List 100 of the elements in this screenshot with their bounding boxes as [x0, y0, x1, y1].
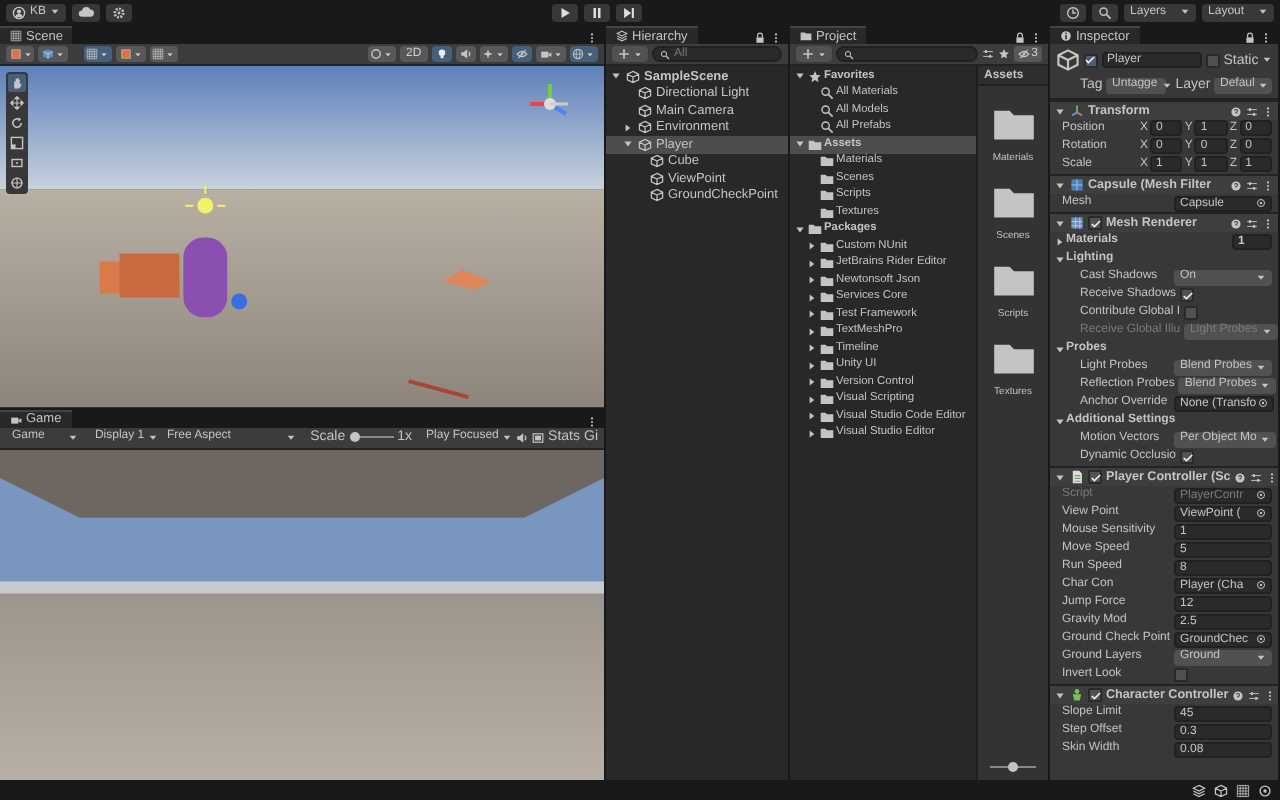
layers-icon[interactable] [1192, 783, 1206, 797]
expand-arrow-icon[interactable] [1054, 253, 1066, 265]
presets-icon[interactable] [1246, 179, 1258, 191]
caret-icon [1256, 653, 1266, 661]
expand-arrow-icon[interactable] [806, 427, 818, 440]
expand-arrow-icon[interactable] [794, 70, 806, 83]
target-icon[interactable] [1256, 198, 1266, 208]
step-button[interactable] [615, 3, 642, 21]
expand-arrow-icon[interactable] [806, 257, 818, 270]
expand-arrow-icon[interactable] [806, 240, 818, 253]
expand-arrow-icon[interactable] [622, 121, 634, 134]
settings-button[interactable] [106, 3, 133, 21]
grid-icon[interactable] [1236, 783, 1250, 797]
expand-arrow-icon[interactable] [794, 138, 806, 151]
tool-button[interactable] [8, 154, 26, 172]
checkbox[interactable] [1180, 450, 1195, 464]
grid-icon [86, 48, 99, 60]
expand-arrow-icon[interactable] [806, 410, 818, 423]
grid-icon [1070, 178, 1084, 192]
scale-slider[interactable] [349, 432, 394, 443]
expand-arrow-icon[interactable] [622, 138, 634, 151]
toolbar-button[interactable] [479, 46, 509, 62]
tool-button[interactable] [8, 74, 26, 92]
add-button[interactable] [612, 46, 648, 62]
expand-arrow-icon[interactable] [806, 393, 818, 406]
enabled-checkbox[interactable] [1088, 216, 1102, 230]
search-field[interactable] [836, 46, 978, 62]
tool-button[interactable] [8, 174, 26, 192]
slider-thumb[interactable] [1008, 761, 1018, 771]
script-icon [1070, 470, 1084, 484]
expand-arrow-icon[interactable] [610, 70, 622, 83]
presets-icon[interactable] [1246, 217, 1258, 229]
search-button[interactable] [1092, 3, 1119, 21]
toolbar-button[interactable] [536, 46, 566, 62]
help-icon[interactable] [1232, 689, 1245, 701]
target-icon[interactable] [1258, 783, 1272, 797]
zoom-slider[interactable] [990, 762, 1036, 770]
help-icon[interactable] [1230, 105, 1242, 117]
toolbar-button[interactable] [38, 46, 68, 62]
slider-thumb[interactable] [350, 431, 361, 442]
cube-icon[interactable] [1214, 783, 1228, 797]
static-checkbox[interactable] [1205, 53, 1220, 67]
expand-arrow-icon[interactable] [806, 376, 818, 389]
expand-arrow-icon[interactable] [806, 291, 818, 304]
help-icon[interactable] [1234, 471, 1247, 483]
expand-arrow-icon[interactable] [806, 342, 818, 355]
presets-icon[interactable] [1246, 105, 1258, 117]
target-icon[interactable] [1256, 580, 1266, 590]
presets-icon[interactable] [1248, 689, 1261, 701]
lock-icon[interactable] [754, 32, 767, 44]
play-button[interactable] [551, 3, 578, 21]
star-icon[interactable] [997, 48, 1010, 60]
expand-arrow-icon[interactable] [806, 359, 818, 372]
game-view-drawing[interactable] [0, 449, 604, 780]
help-icon[interactable] [1230, 179, 1242, 191]
toolbar-button[interactable] [455, 46, 476, 62]
expand-arrow-icon[interactable] [1054, 105, 1066, 117]
lock-icon[interactable] [1244, 32, 1257, 44]
expand-arrow-icon[interactable] [1054, 343, 1066, 355]
filter-icon[interactable] [981, 48, 994, 60]
pause-button[interactable] [583, 3, 610, 21]
add-button[interactable] [796, 46, 832, 62]
active-checkbox[interactable] [1083, 53, 1098, 67]
history-button[interactable] [1060, 3, 1087, 21]
checkbox[interactable] [1174, 668, 1188, 682]
enabled-checkbox[interactable] [1088, 688, 1102, 702]
presets-icon[interactable] [1250, 471, 1263, 483]
target-icon[interactable] [1256, 634, 1266, 644]
sparkle-icon [482, 48, 495, 60]
expand-arrow-icon[interactable] [1054, 471, 1066, 483]
stats-icon[interactable] [532, 431, 545, 444]
toolbar-button[interactable] [431, 46, 452, 62]
caret-icon [1161, 81, 1172, 89]
caret-icon[interactable] [1262, 56, 1272, 64]
toolbar-button[interactable] [569, 46, 598, 62]
expand-arrow-icon[interactable] [806, 274, 818, 287]
help-icon[interactable] [1230, 217, 1242, 229]
toolbar-button[interactable] [6, 46, 35, 62]
expand-arrow-icon[interactable] [1054, 235, 1066, 247]
toolbar-button[interactable] [83, 46, 113, 62]
cloud-button[interactable] [72, 3, 101, 21]
expand-arrow-icon[interactable] [1054, 415, 1066, 427]
expand-arrow-icon[interactable] [794, 223, 806, 236]
tool-button[interactable] [8, 134, 26, 152]
toolbar-button[interactable] [367, 46, 397, 62]
target-icon[interactable] [1258, 398, 1269, 408]
expand-arrow-icon[interactable] [1054, 179, 1066, 191]
tool-button[interactable] [8, 94, 26, 112]
checkbox[interactable] [1184, 306, 1199, 320]
toolbar-button[interactable] [149, 46, 179, 62]
toolbar-button[interactable] [512, 46, 533, 62]
expand-arrow-icon[interactable] [1054, 217, 1066, 229]
enabled-checkbox[interactable] [1088, 470, 1102, 484]
expand-arrow-icon[interactable] [1054, 689, 1066, 701]
speaker-icon[interactable] [516, 431, 529, 444]
expand-arrow-icon[interactable] [806, 325, 818, 338]
tool-button[interactable] [8, 114, 26, 132]
lock-icon[interactable] [1014, 32, 1027, 44]
checkbox[interactable] [1180, 288, 1195, 302]
expand-arrow-icon[interactable] [806, 308, 818, 321]
